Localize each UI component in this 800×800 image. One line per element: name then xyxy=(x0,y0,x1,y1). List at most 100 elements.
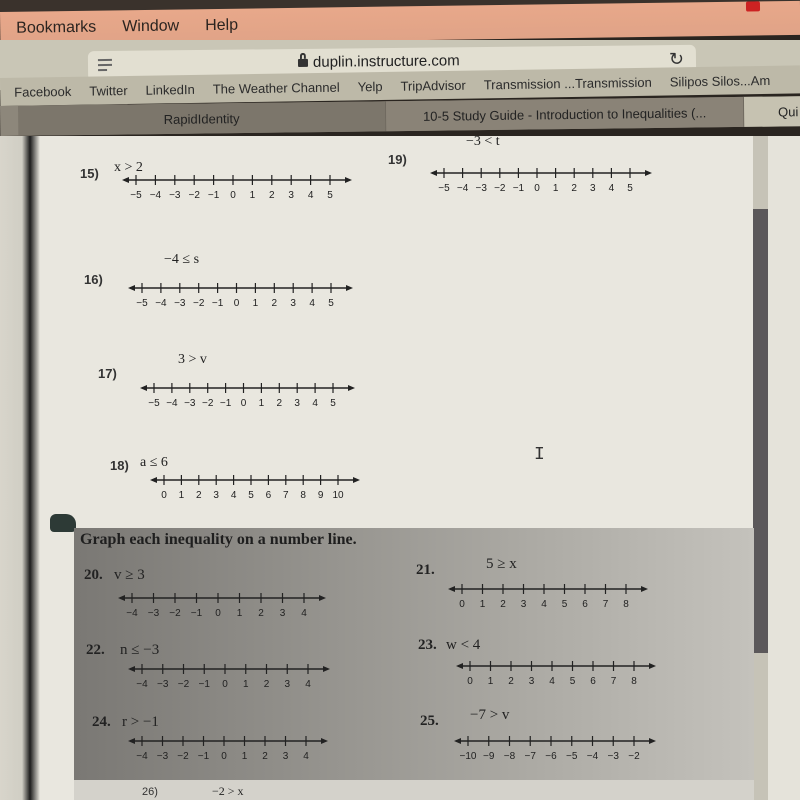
arrow-right-icon xyxy=(321,738,328,744)
tick-label: 2 xyxy=(196,490,202,501)
problem-25-number-line[interactable]: −10 −9 −8 −7 −6 −5 −4 −3 −2 xyxy=(454,733,656,767)
problem-22-number-line[interactable]: −4 −3 −2 −1 0 1 2 3 4 xyxy=(128,661,330,695)
url-text[interactable]: duplin.instructure.com xyxy=(297,52,460,71)
tick-label: −5 xyxy=(438,183,450,194)
tick-label: 1 xyxy=(250,190,256,201)
problem-23-inequality: w < 4 xyxy=(446,637,481,653)
tick-label: −3 xyxy=(157,679,169,690)
bookmark-weather-channel[interactable]: The Weather Channel xyxy=(213,79,340,96)
problem-17-inequality: 3 > v xyxy=(178,352,207,367)
text-cursor-icon: I xyxy=(534,445,545,465)
tick-label: −3 xyxy=(184,398,196,409)
bookmark-twitter[interactable]: Twitter xyxy=(89,82,128,98)
problem-21-inequality: 5 ≥ x xyxy=(486,556,517,572)
tick-label: −3 xyxy=(475,183,487,194)
bookmark-linkedin[interactable]: LinkedIn xyxy=(145,81,194,97)
tick-label: −3 xyxy=(157,751,169,762)
tick-label: 0 xyxy=(230,190,236,201)
problem-24-number-line[interactable]: −4 −3 −2 −1 0 1 2 3 4 xyxy=(128,733,328,767)
tick-label: 1 xyxy=(553,183,559,194)
status-app-icon[interactable] xyxy=(745,1,761,12)
tick-label: 3 xyxy=(213,490,219,501)
tick-label: 1 xyxy=(253,298,259,309)
tick-label: −4 xyxy=(136,679,148,690)
tick-label: 0 xyxy=(161,490,167,501)
menu-help[interactable]: Help xyxy=(205,17,238,35)
tick-label: −2 xyxy=(628,751,640,762)
problem-16-number-line[interactable]: −5 −4 −3 −2 −1 0 1 2 3 4 5 xyxy=(128,280,353,316)
arrow-right-icon xyxy=(319,595,326,601)
tick-label: 4 xyxy=(303,751,309,762)
bookmark-facebook[interactable]: Facebook xyxy=(14,83,71,99)
problem-18-inequality: a ≤ 6 xyxy=(140,455,168,470)
tick-label: −4 xyxy=(126,608,138,619)
problem-20-number-line[interactable]: −4 −3 −2 −1 0 1 2 3 4 xyxy=(118,590,326,624)
tick-label: −1 xyxy=(198,751,210,762)
scrollbar-thumb[interactable] xyxy=(753,208,768,653)
tick-label: 5 xyxy=(562,599,568,610)
problem-21-number-line[interactable]: 0 1 2 3 4 5 6 7 8 xyxy=(448,581,648,615)
section-title: Graph each inequality on a number line. xyxy=(80,531,357,548)
tick-label: 6 xyxy=(266,490,272,501)
reader-icon[interactable] xyxy=(97,58,113,74)
tick-label: −1 xyxy=(191,608,203,619)
tick-label: 1 xyxy=(242,751,248,762)
tick-label: 1 xyxy=(237,608,243,619)
problem-18-number: 18) xyxy=(110,458,129,473)
tick-label: 2 xyxy=(269,190,275,201)
tick-label: 7 xyxy=(611,676,617,687)
problem-24-inequality: r > −1 xyxy=(122,714,159,730)
tick-label: −7 xyxy=(525,751,537,762)
tick-label: 0 xyxy=(221,751,227,762)
tick-label: 4 xyxy=(549,676,555,687)
tick-label: −4 xyxy=(587,751,599,762)
arrow-left-icon xyxy=(128,666,135,672)
problem-19-number-line[interactable]: −5 −4 −3 −2 −1 0 1 2 3 4 5 xyxy=(430,165,652,201)
problem-25-number: 25. xyxy=(420,713,439,729)
tick-label: 5 xyxy=(327,190,333,201)
tick-label: 1 xyxy=(488,676,494,687)
tick-label: 2 xyxy=(264,679,270,690)
tick-label: −5 xyxy=(148,398,160,409)
menu-bookmarks[interactable]: Bookmarks xyxy=(16,19,96,38)
tick-label: −8 xyxy=(504,751,516,762)
arrow-left-icon xyxy=(128,285,135,291)
lock-icon xyxy=(297,58,309,67)
arrow-right-icon xyxy=(346,285,353,291)
tick-label: 4 xyxy=(305,679,311,690)
arrow-right-icon xyxy=(641,586,648,592)
bookmark-transmission[interactable]: Transmission ...Transmission xyxy=(484,74,652,92)
problem-18-number-line[interactable]: 0 1 2 3 4 5 6 7 8 9 10 xyxy=(150,472,360,502)
tick-label: −2 xyxy=(202,398,214,409)
tick-label: 6 xyxy=(590,676,596,687)
problem-20-number: 20. xyxy=(84,567,103,583)
tick-label: −2 xyxy=(494,183,506,194)
arrow-right-icon xyxy=(345,177,352,183)
tab-rapididentity[interactable]: RapidIdentity xyxy=(17,101,387,136)
bookmark-silipos[interactable]: Silipos Silos...Am xyxy=(670,72,771,89)
tab-quiz[interactable]: Qui xyxy=(743,95,800,127)
vertical-scrollbar[interactable] xyxy=(753,136,768,800)
tick-label: −1 xyxy=(199,679,211,690)
arrow-right-icon xyxy=(348,385,355,391)
problem-19-number: 19) xyxy=(388,152,407,167)
menu-window[interactable]: Window xyxy=(122,18,179,37)
problem-15-number-line[interactable]: −5 −4 −3 −2 −1 0 1 2 3 4 5 xyxy=(122,172,352,208)
problem-20-inequality: v ≥ 3 xyxy=(114,567,145,583)
bookmark-tripadvisor[interactable]: TripAdvisor xyxy=(400,77,465,93)
problem-15-number: 15) xyxy=(80,166,99,181)
problem-23-number-line[interactable]: 0 1 2 3 4 5 6 7 8 xyxy=(456,658,656,692)
tick-label: 8 xyxy=(631,676,637,687)
problem-16-number: 16) xyxy=(84,272,103,287)
tick-label: −5 xyxy=(566,751,578,762)
problem-17-number-line[interactable]: −5 −4 −3 −2 −1 0 1 2 3 4 5 xyxy=(140,380,355,416)
tick-label: 3 xyxy=(284,679,290,690)
arrow-left-icon xyxy=(118,595,125,601)
arrow-left-icon xyxy=(454,738,461,744)
bookmark-yelp[interactable]: Yelp xyxy=(358,78,383,93)
arrow-right-icon xyxy=(645,170,652,176)
tick-label: 4 xyxy=(609,183,615,194)
tab-study-guide[interactable]: 10-5 Study Guide - Introduction to Inequ… xyxy=(385,96,745,132)
arrow-right-icon xyxy=(353,477,360,483)
tick-label: 2 xyxy=(277,398,283,409)
